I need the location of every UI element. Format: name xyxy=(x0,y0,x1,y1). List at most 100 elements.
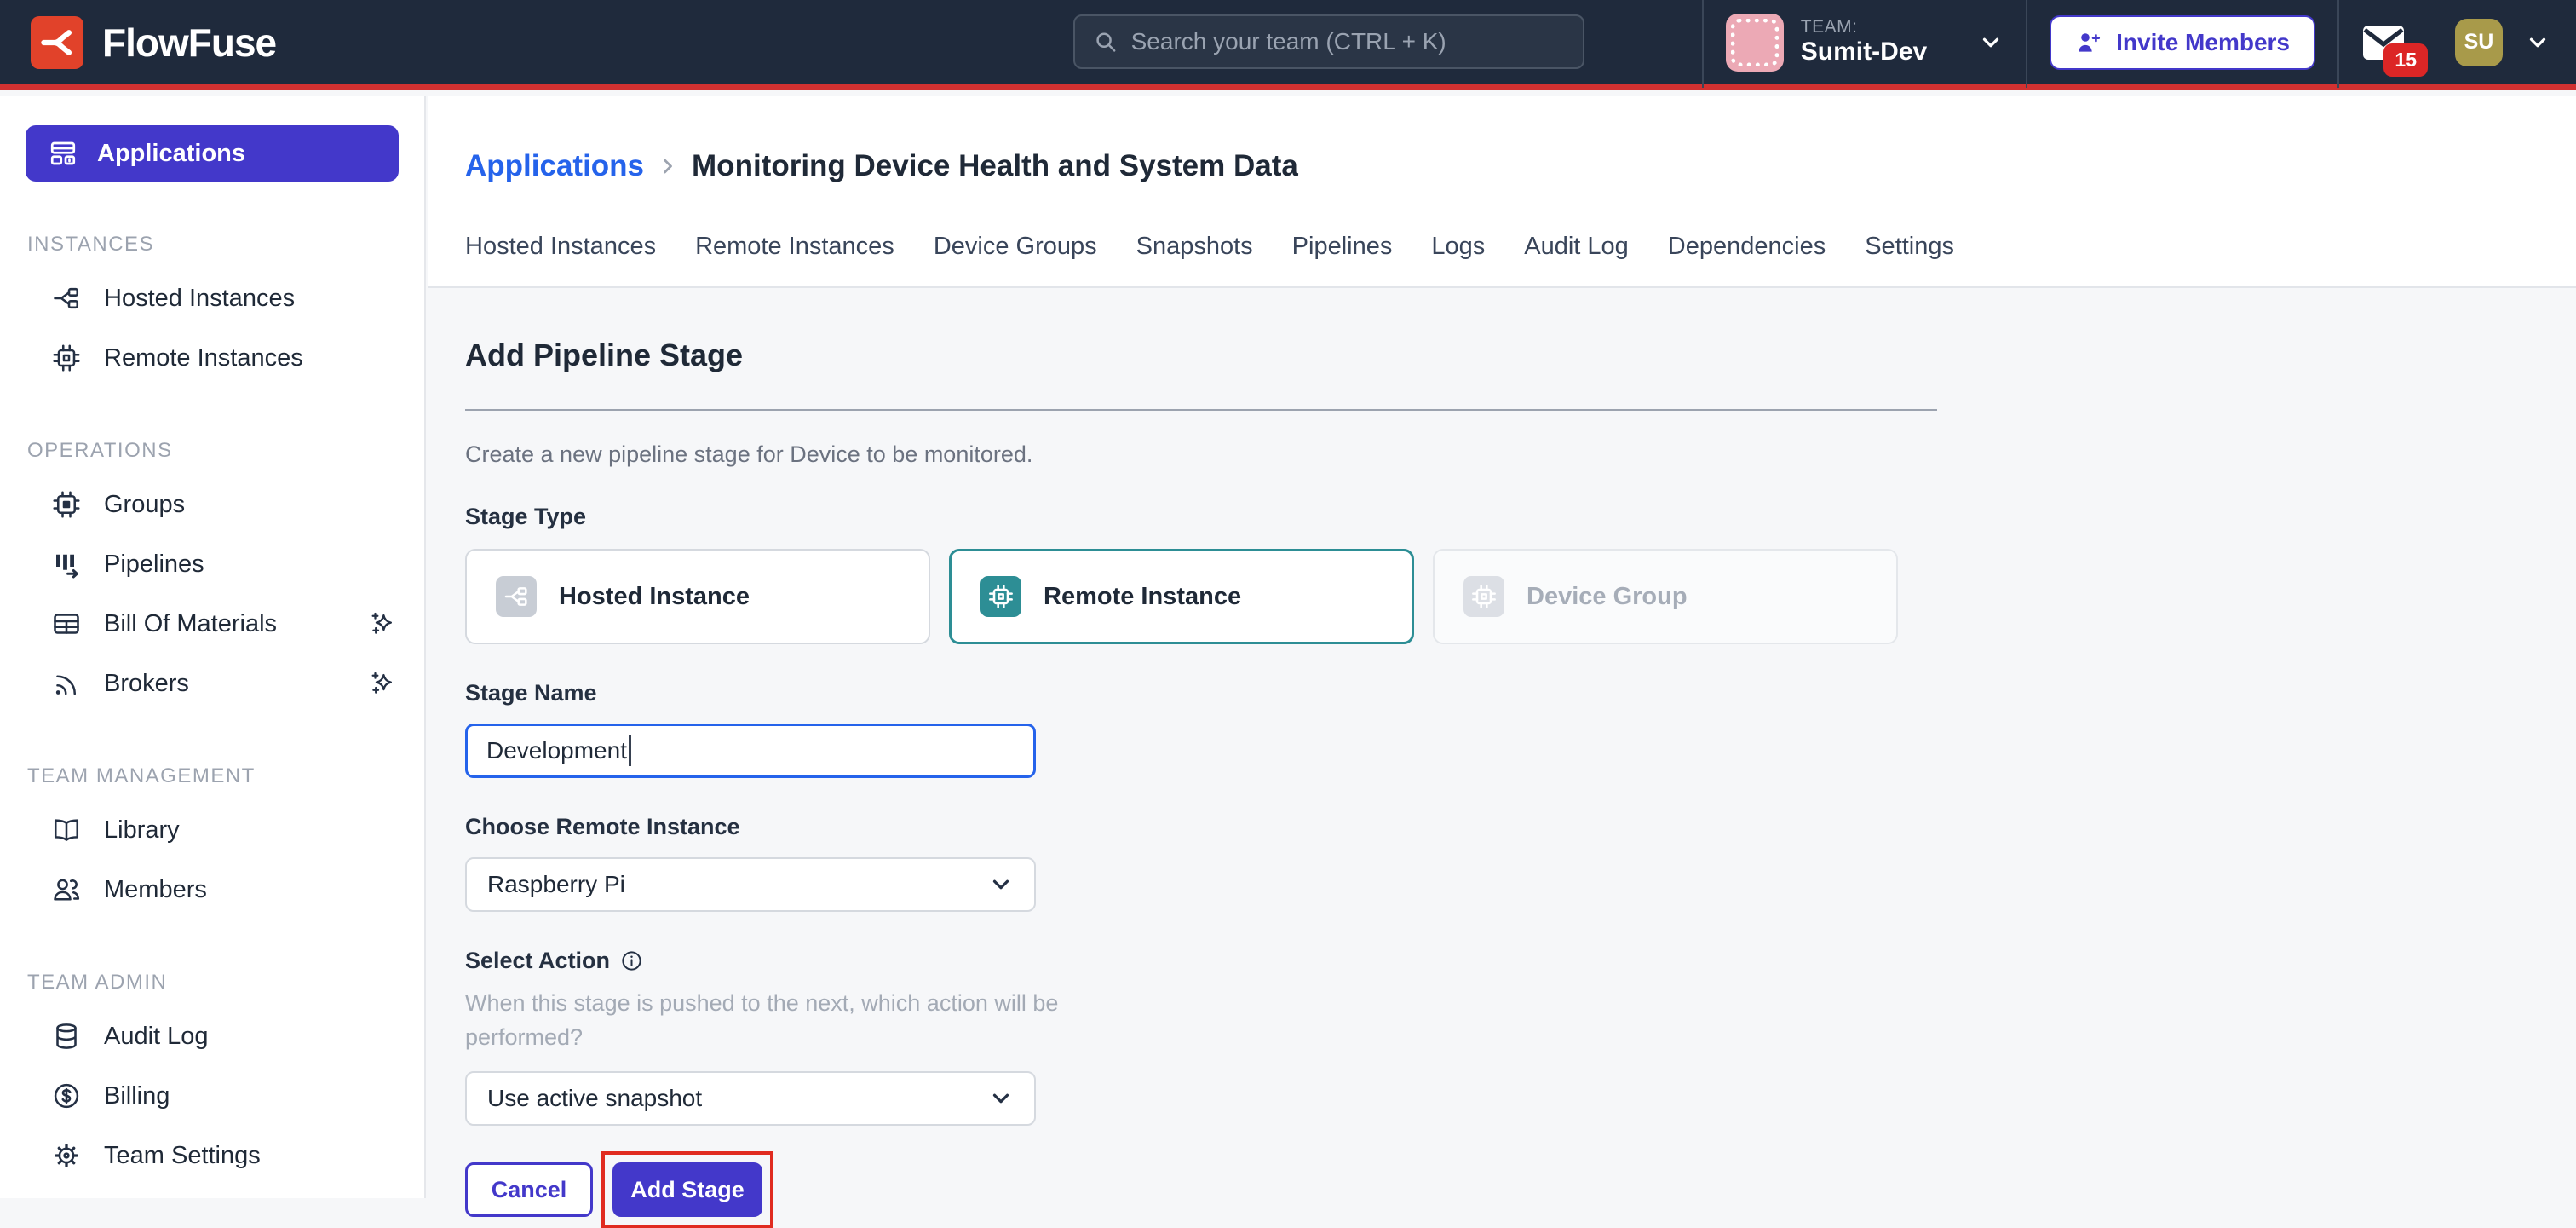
team-text: TEAM: Sumit-Dev xyxy=(1801,17,1927,67)
sidebar-section-title: TEAM MANAGEMENT xyxy=(0,764,424,788)
sidebar-item-bill-of-materials[interactable]: Bill Of Materials xyxy=(0,594,424,654)
info-icon[interactable] xyxy=(620,949,643,972)
tab-snapshots[interactable]: Snapshots xyxy=(1136,233,1253,261)
sidebar-item-billing[interactable]: Billing xyxy=(0,1066,424,1126)
annotation-highlight: Add Stage xyxy=(601,1151,773,1228)
action-selected-value: Use active snapshot xyxy=(487,1085,702,1112)
pipeline-stages-icon xyxy=(51,549,82,579)
invite-members-button[interactable]: Invite Members xyxy=(2050,15,2315,70)
sidebar-item-members[interactable]: Members xyxy=(0,860,424,920)
tab-audit-log[interactable]: Audit Log xyxy=(1524,233,1629,261)
team-avatar xyxy=(1726,14,1784,72)
chevron-down-icon xyxy=(988,872,1014,897)
main-content: Applications Monitoring Device Health an… xyxy=(428,96,2576,1198)
stage-type-option-label: Remote Instance xyxy=(1044,583,1241,611)
sidebar-item-applications[interactable]: Applications xyxy=(26,125,399,182)
chip-group-icon xyxy=(51,489,82,520)
page-header: Applications Monitoring Device Health an… xyxy=(428,96,2576,288)
search-icon xyxy=(1094,29,1118,55)
chevron-down-icon xyxy=(988,1086,1014,1111)
tab-logs[interactable]: Logs xyxy=(1431,233,1485,261)
stage-type-option-label: Device Group xyxy=(1527,583,1688,611)
stage-type-option-label: Hosted Instance xyxy=(559,583,750,611)
stage-type-device-group: Device Group xyxy=(1433,549,1898,644)
user-avatar[interactable]: SU xyxy=(2455,19,2503,66)
top-navbar: FlowFuse TEAM: Sumit-Dev Invite Members … xyxy=(0,0,2576,90)
stage-name-input[interactable]: Development xyxy=(465,724,1036,778)
stage-type-remote-instance[interactable]: Remote Instance xyxy=(949,549,1414,644)
sidebar-section-title: TEAM ADMIN xyxy=(0,971,424,995)
action-select[interactable]: Use active snapshot xyxy=(465,1071,1036,1126)
sidebar-item-audit-log[interactable]: Audit Log xyxy=(0,1006,424,1066)
remote-instance-select[interactable]: Raspberry Pi xyxy=(465,857,1036,912)
tab-pipelines[interactable]: Pipelines xyxy=(1292,233,1393,261)
team-label: TEAM: xyxy=(1801,17,1927,37)
tab-device-groups[interactable]: Device Groups xyxy=(934,233,1097,261)
sidebar: Applications INSTANCES Hosted Instances … xyxy=(0,96,426,1198)
sparkle-icon xyxy=(368,609,397,638)
gear-icon xyxy=(51,1140,82,1171)
sidebar-item-brokers[interactable]: Brokers xyxy=(0,654,424,713)
users-icon xyxy=(51,874,82,905)
remote-instance-selected-value: Raspberry Pi xyxy=(487,871,625,898)
stage-name-value: Development xyxy=(486,737,627,764)
add-stage-button[interactable]: Add Stage xyxy=(612,1162,762,1217)
sidebar-item-label: Billing xyxy=(104,1082,170,1110)
stage-type-hosted-instance[interactable]: Hosted Instance xyxy=(465,549,930,644)
hosted-instance-icon xyxy=(496,576,537,617)
sidebar-item-label: Hosted Instances xyxy=(104,285,295,313)
form-title: Add Pipeline Stage xyxy=(465,337,1937,373)
page-title: Monitoring Device Health and System Data xyxy=(692,149,1298,183)
tab-hosted-instances[interactable]: Hosted Instances xyxy=(465,233,656,261)
team-search[interactable] xyxy=(1073,14,1584,69)
stage-type-options: Hosted Instance Remote Instance Device G… xyxy=(465,549,1937,644)
sidebar-item-library[interactable]: Library xyxy=(0,800,424,860)
tab-settings[interactable]: Settings xyxy=(1865,233,1954,261)
select-action-label-row: Select Action xyxy=(465,948,1937,974)
team-selector[interactable]: TEAM: Sumit-Dev xyxy=(1726,14,2004,72)
text-caret xyxy=(629,735,631,766)
database-icon xyxy=(51,1021,82,1052)
add-pipeline-stage-form: Add Pipeline Stage Create a new pipeline… xyxy=(428,288,2576,1228)
brand: FlowFuse xyxy=(31,16,276,69)
application-tabs: Hosted Instances Remote Instances Device… xyxy=(465,233,2576,286)
choose-remote-instance-label: Choose Remote Instance xyxy=(465,814,1937,840)
sidebar-item-team-settings[interactable]: Team Settings xyxy=(0,1126,424,1185)
navbar-divider xyxy=(2337,0,2339,88)
tab-dependencies[interactable]: Dependencies xyxy=(1668,233,1826,261)
breadcrumb-applications-link[interactable]: Applications xyxy=(465,149,644,183)
notification-badge: 15 xyxy=(2383,43,2428,77)
chevron-down-icon xyxy=(1978,30,2004,55)
form-actions: Cancel Add Stage xyxy=(465,1151,1937,1228)
pipeline-fork-icon xyxy=(51,283,82,314)
sidebar-item-label: Bill Of Materials xyxy=(104,610,277,638)
navbar-divider xyxy=(1702,0,1704,88)
rss-icon xyxy=(51,668,82,699)
select-action-label: Select Action xyxy=(465,948,610,974)
table-icon xyxy=(51,608,82,639)
sparkle-icon xyxy=(368,669,397,698)
sidebar-item-label: Members xyxy=(104,876,207,904)
sidebar-item-label: Pipelines xyxy=(104,551,204,579)
cancel-button[interactable]: Cancel xyxy=(465,1162,593,1217)
team-name: Sumit-Dev xyxy=(1801,37,1927,67)
navbar-right-cluster: TEAM: Sumit-Dev Invite Members 15 SU xyxy=(1702,0,2550,88)
stage-name-label: Stage Name xyxy=(465,680,1937,706)
search-input[interactable] xyxy=(1131,28,1564,55)
sidebar-item-label: Brokers xyxy=(104,670,189,698)
select-action-help: When this stage is pushed to the next, w… xyxy=(465,986,1937,1054)
sidebar-item-label: Groups xyxy=(104,491,185,519)
sidebar-item-groups[interactable]: Groups xyxy=(0,475,424,534)
sidebar-item-label: Audit Log xyxy=(104,1023,209,1051)
form-description: Create a new pipeline stage for Device t… xyxy=(465,441,1937,468)
user-menu-chevron-icon[interactable] xyxy=(2525,30,2550,55)
user-plus-icon xyxy=(2075,29,2102,56)
sidebar-item-label: Team Settings xyxy=(104,1142,261,1170)
flowfuse-logo-icon[interactable] xyxy=(31,16,83,69)
sidebar-item-hosted-instances[interactable]: Hosted Instances xyxy=(0,268,424,328)
sidebar-item-remote-instances[interactable]: Remote Instances xyxy=(0,328,424,388)
tab-remote-instances[interactable]: Remote Instances xyxy=(695,233,894,261)
breadcrumb: Applications Monitoring Device Health an… xyxy=(465,149,2576,183)
sidebar-item-pipelines[interactable]: Pipelines xyxy=(0,534,424,594)
notifications-button[interactable]: 15 xyxy=(2361,24,2406,61)
